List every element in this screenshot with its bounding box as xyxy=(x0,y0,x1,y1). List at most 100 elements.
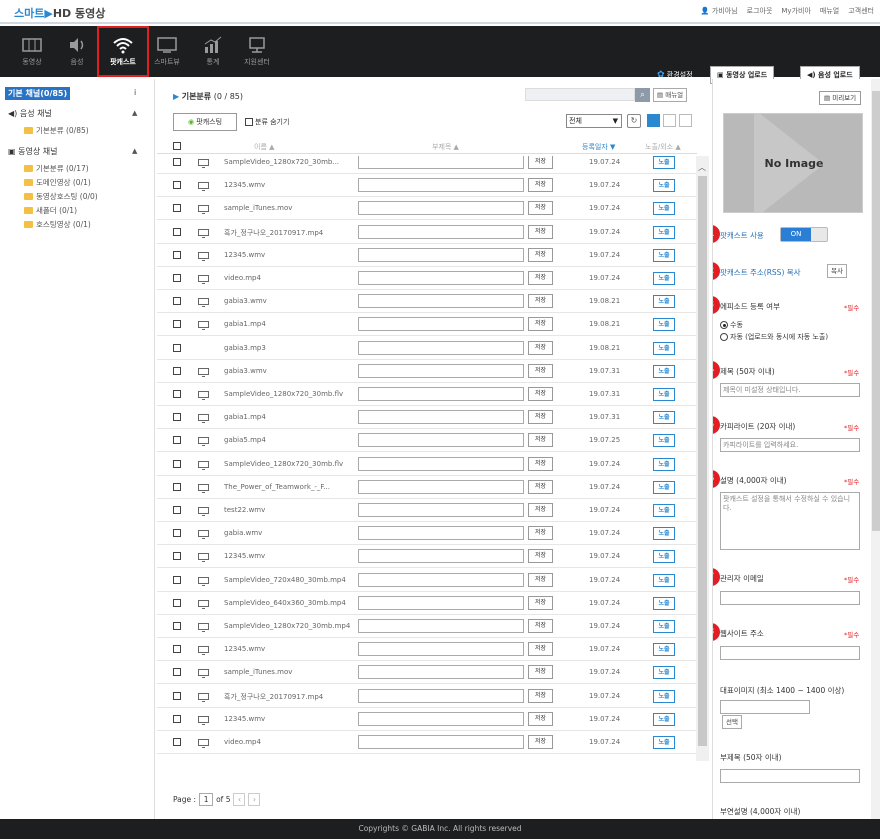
file-name[interactable]: SampleVideo_1280x720_30mb.flv xyxy=(224,460,350,468)
nav-stats[interactable]: 통계 xyxy=(189,26,237,77)
file-name[interactable]: video.mp4 xyxy=(224,738,350,746)
prev-page-icon[interactable]: ‹ xyxy=(233,793,246,806)
col-expose[interactable]: 노출/외소 ▲ xyxy=(645,142,681,152)
file-name[interactable]: SampleVideo_720x480_30mb.mp4 xyxy=(224,576,350,584)
save-button[interactable]: 저장 xyxy=(528,317,553,332)
save-button[interactable]: 저장 xyxy=(528,549,553,564)
expose-button[interactable]: 노출 xyxy=(653,504,675,517)
expose-button[interactable]: 노출 xyxy=(653,550,675,564)
row-checkbox[interactable] xyxy=(173,297,181,306)
file-name[interactable]: SampleVideo_1280x720_30mb... xyxy=(224,158,350,166)
filter-select[interactable]: 전체 ▼ xyxy=(566,114,622,128)
table-row[interactable]: SampleVideo_720x480_30mb.mp4 저장 19.07.24 노출 xyxy=(157,569,697,592)
subtitle-input[interactable] xyxy=(358,526,524,541)
copyright-input[interactable]: 카피라이트를 입력하세요. xyxy=(720,438,860,452)
expose-button[interactable]: 노출 xyxy=(653,202,675,216)
table-row[interactable]: video.mp4 저장 19.07.24 노출 xyxy=(157,267,697,290)
expose-button[interactable]: 노출 xyxy=(653,248,675,262)
save-button[interactable]: 저장 xyxy=(528,735,553,749)
file-name[interactable]: gabia5.mp4 xyxy=(224,436,350,444)
table-row[interactable]: SampleVideo_640x360_30mb.mp4 저장 19.07.24 노출 xyxy=(157,592,697,615)
next-page-icon[interactable]: › xyxy=(248,793,261,806)
save-button[interactable]: 저장 xyxy=(528,642,553,657)
expose-button[interactable]: 노출 xyxy=(653,736,675,749)
expose-button[interactable]: 노출 xyxy=(653,620,675,633)
collapse-icon[interactable]: ▲ xyxy=(132,109,137,117)
expose-button[interactable]: 노출 xyxy=(653,225,675,239)
save-button[interactable]: 저장 xyxy=(528,410,553,425)
expose-button[interactable]: 노출 xyxy=(653,596,675,610)
subtitle-input[interactable] xyxy=(358,247,524,262)
save-button[interactable]: 저장 xyxy=(528,340,553,355)
manual-link[interactable]: 매뉴얼 xyxy=(820,6,839,16)
subtitle-input[interactable] xyxy=(358,410,524,425)
nav-support[interactable]: 지원센터 xyxy=(233,26,281,77)
row-checkbox[interactable] xyxy=(173,622,181,630)
save-button[interactable]: 저장 xyxy=(528,178,553,193)
subtitle-input[interactable] xyxy=(358,549,524,564)
video-channel-header[interactable]: ▣ 동영상 채널 xyxy=(8,146,57,157)
table-row[interactable]: 12345.wmv 저장 19.07.24 노출 xyxy=(157,638,697,662)
file-name[interactable]: 12345.wmv xyxy=(224,715,350,723)
subtitle-input[interactable] xyxy=(358,688,524,703)
subtitle-input[interactable] xyxy=(358,595,524,610)
table-row[interactable]: gabia3.mp3 저장 19.08.21 노출 xyxy=(157,337,697,360)
manual-button[interactable]: ▤ 매뉴얼 xyxy=(653,88,688,102)
nav-smartview[interactable]: 스마트뷰 xyxy=(143,26,191,77)
expose-button[interactable]: 노출 xyxy=(653,712,675,726)
file-name[interactable]: test22.wmv xyxy=(224,506,350,514)
file-name[interactable]: gabia3.wmv xyxy=(224,367,350,375)
file-name[interactable]: gabia1.mp4 xyxy=(224,320,350,328)
expose-button[interactable]: 노출 xyxy=(653,480,675,494)
panel-scrollbar[interactable] xyxy=(871,79,880,819)
save-button[interactable]: 저장 xyxy=(528,619,553,633)
logout-link[interactable]: 로그아웃 xyxy=(747,6,773,16)
subtitle-input[interactable] xyxy=(358,294,524,309)
row-checkbox[interactable] xyxy=(173,668,181,677)
row-checkbox[interactable] xyxy=(173,274,181,282)
subtitle-input[interactable] xyxy=(358,642,524,657)
file-name[interactable]: 12345.wmv xyxy=(224,251,350,259)
title-input[interactable]: 제목이 미설정 상태입니다. xyxy=(720,383,860,397)
support-link[interactable]: 고객센터 xyxy=(848,6,874,16)
episode-manual-radio[interactable]: 수동 xyxy=(720,320,743,330)
table-row[interactable]: SampleVideo_1280x720_30mb... 저장 19.07.24 노출 xyxy=(157,156,697,174)
subtitle-input[interactable] xyxy=(358,156,524,169)
collapse-icon[interactable]: ▲ xyxy=(132,147,137,155)
expose-button[interactable]: 노출 xyxy=(653,411,675,425)
sidebar-item-video-default[interactable]: 기본분류 (0/17) xyxy=(24,163,89,174)
save-button[interactable]: 저장 xyxy=(528,503,553,517)
save-button[interactable]: 저장 xyxy=(528,456,553,471)
row-checkbox[interactable] xyxy=(173,436,181,445)
save-button[interactable]: 저장 xyxy=(528,294,553,309)
expose-button[interactable]: 노출 xyxy=(653,179,675,193)
file-name[interactable]: 12345.wmv xyxy=(224,645,350,653)
list-view-icon[interactable] xyxy=(647,114,660,127)
admin-email-input[interactable] xyxy=(720,591,860,605)
save-button[interactable]: 저장 xyxy=(528,572,553,587)
sidebar-item-hosting-video[interactable]: 동영상호스팅 (0/0) xyxy=(24,191,98,202)
row-checkbox[interactable] xyxy=(173,204,181,213)
website-input[interactable] xyxy=(720,646,860,660)
file-name[interactable]: gabia3.mp3 xyxy=(224,344,350,352)
file-name[interactable]: 흑가_정구나오_20170917.mp4 xyxy=(224,692,350,702)
row-checkbox[interactable] xyxy=(173,529,181,538)
save-button[interactable]: 저장 xyxy=(528,688,553,703)
row-checkbox[interactable] xyxy=(173,343,181,352)
app-logo[interactable]: 스마트▶HD 동영상 xyxy=(14,5,105,21)
save-button[interactable]: 저장 xyxy=(528,387,553,401)
file-name[interactable]: gabia1.mp4 xyxy=(224,413,350,421)
sidebar-item-new-folder[interactable]: 새폴더 (0/1) xyxy=(24,205,77,216)
table-row[interactable]: gabia.wmv 저장 19.07.24 노출 xyxy=(157,522,697,546)
detail-view-icon[interactable] xyxy=(663,114,676,127)
expose-button[interactable]: 노출 xyxy=(653,295,675,309)
table-row[interactable]: video.mp4 저장 19.07.24 노출 xyxy=(157,731,697,754)
subtitle-input[interactable] xyxy=(358,271,524,285)
row-checkbox[interactable] xyxy=(173,320,181,329)
table-row[interactable]: The_Power_of_Teamwork_-_F... 저장 19.07.24 노출 xyxy=(157,476,697,499)
table-row[interactable]: 12345.wmv 저장 19.07.24 노출 xyxy=(157,708,697,731)
expose-button[interactable]: 노출 xyxy=(653,318,675,332)
save-button[interactable]: 저장 xyxy=(528,526,553,541)
table-row[interactable]: SampleVideo_1280x720_30mb.mp4 저장 19.07.24 노… xyxy=(157,615,697,638)
subtitle-input[interactable] xyxy=(358,619,524,633)
